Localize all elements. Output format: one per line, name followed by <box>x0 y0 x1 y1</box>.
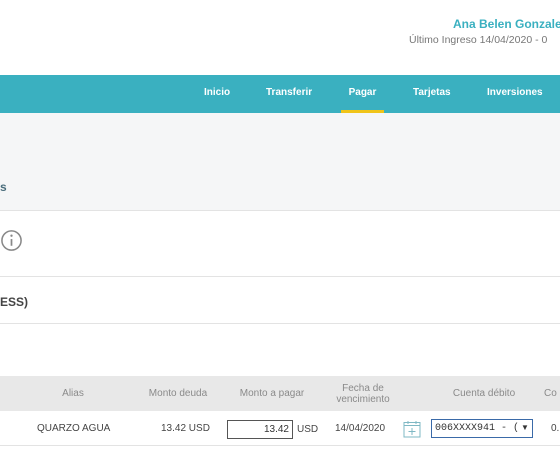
column-header-extra: Co <box>544 388 557 399</box>
section-title: s <box>0 180 7 194</box>
calendar-add-icon[interactable] <box>403 420 421 438</box>
pay-amount-input[interactable] <box>227 420 293 439</box>
nav-item-inversiones[interactable]: Inversiones <box>487 75 543 113</box>
column-header-cuenta-debito: Cuenta débito <box>452 388 516 399</box>
nav-item-inicio[interactable]: Inicio <box>204 75 230 113</box>
chevron-down-icon[interactable]: ▼ <box>521 423 529 432</box>
nav-item-pagar[interactable]: Pagar <box>341 75 384 113</box>
cell-due-date: 14/04/2020 <box>335 423 386 434</box>
debit-account-select[interactable]: 006XXXX941 - ( <box>431 419 533 438</box>
cell-debt: 13.42 USD <box>161 423 210 434</box>
service-name-text: ESS) <box>0 295 29 309</box>
last-login-text: Último Ingreso 14/04/2020 - 0 <box>409 34 548 46</box>
pay-amount-unit: USD <box>297 424 319 435</box>
cell-extra: 0. <box>551 423 560 434</box>
table-header: Alias Monto deuda Monto a pagar Fecha de… <box>0 376 560 411</box>
main-nav: Inicio Transferir Pagar Tarjetas Inversi… <box>0 75 560 113</box>
section-header <box>0 113 560 211</box>
info-row <box>0 211 560 277</box>
column-header-fecha-vencimiento: Fecha de vencimiento <box>336 382 390 405</box>
cell-alias: QUARZO AGUA <box>37 423 111 434</box>
nav-item-tarjetas[interactable]: Tarjetas <box>413 75 451 113</box>
user-name[interactable]: Ana Belen Gonzale <box>453 17 560 31</box>
nav-item-transferir[interactable]: Transferir <box>266 75 312 113</box>
info-circle-icon[interactable] <box>0 229 23 252</box>
column-header-alias: Alias <box>62 388 84 399</box>
service-row <box>0 277 560 324</box>
column-header-monto-deuda: Monto deuda <box>148 388 208 399</box>
column-header-monto-a-pagar: Monto a pagar <box>239 388 305 399</box>
spacer-row <box>0 324 560 376</box>
header: Ana Belen Gonzale Último Ingreso 14/04/2… <box>0 0 560 75</box>
